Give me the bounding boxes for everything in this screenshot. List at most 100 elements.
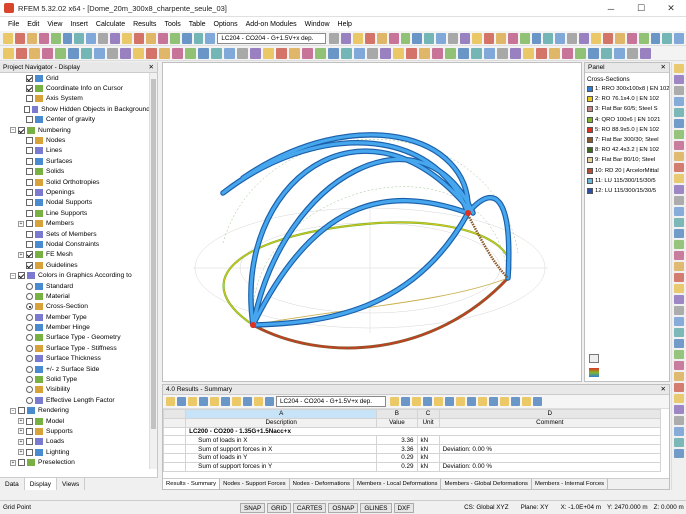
- main-tool-icon-43[interactable]: [626, 32, 637, 44]
- expand-icon[interactable]: [18, 138, 24, 144]
- nav-item-line-supports[interactable]: Line Supports: [0, 208, 150, 218]
- secondary-tool-icon-15[interactable]: [198, 47, 209, 59]
- expand-icon[interactable]: [18, 189, 24, 195]
- expand-icon[interactable]: +: [18, 428, 24, 435]
- main-tool-icon-2[interactable]: [26, 32, 37, 44]
- checkbox[interactable]: [26, 85, 33, 93]
- side-tool-icon-29[interactable]: [674, 383, 684, 392]
- nav-item-rendering[interactable]: − Rendering: [0, 406, 150, 416]
- menu-insert[interactable]: Insert: [66, 21, 92, 28]
- secondary-tool-icon-34[interactable]: [445, 47, 456, 59]
- legend-item[interactable]: 3: Flat Bar 60/5; Steel S: [585, 104, 669, 114]
- results-tab-2[interactable]: Nodes - Deformations: [290, 479, 354, 489]
- expand-icon[interactable]: +: [18, 438, 24, 445]
- nav-item-solids[interactable]: Solids: [0, 167, 150, 177]
- side-tool-icon-2[interactable]: [674, 86, 684, 95]
- table-row[interactable]: Sum of loads in Y 0.29 kN: [162, 452, 662, 463]
- checkbox[interactable]: [26, 95, 33, 103]
- main-tool-icon-44[interactable]: [638, 32, 649, 44]
- secondary-tool-icon-45[interactable]: [588, 47, 599, 59]
- legend-item[interactable]: 11: LU 115/300/15/30/5: [585, 176, 669, 186]
- secondary-tool-icon-8[interactable]: [107, 47, 118, 59]
- secondary-tool-icon-40[interactable]: [523, 47, 534, 59]
- main-tool-icon-41[interactable]: [602, 32, 613, 44]
- radio-button[interactable]: [26, 344, 33, 352]
- results-tool-icon-19[interactable]: [489, 397, 498, 406]
- secondary-tool-icon-0[interactable]: [3, 47, 14, 59]
- toggle-grid[interactable]: GRID: [267, 502, 291, 513]
- results-tool-icon-0[interactable]: [166, 397, 175, 406]
- secondary-tool-icon-23[interactable]: [302, 47, 313, 59]
- side-tool-icon-20[interactable]: [674, 284, 684, 293]
- results-tool-icon-18[interactable]: [478, 397, 487, 406]
- expand-icon[interactable]: [18, 86, 24, 92]
- nav-item-lines[interactable]: Lines: [0, 146, 150, 156]
- results-tool-icon-6[interactable]: [232, 397, 241, 406]
- side-tool-icon-5[interactable]: [674, 119, 684, 128]
- radio-button[interactable]: [26, 386, 33, 394]
- side-tool-icon-33[interactable]: [674, 427, 684, 436]
- results-tool-icon-2[interactable]: [188, 397, 197, 406]
- main-tool-icon-47[interactable]: [674, 32, 685, 44]
- expand-icon[interactable]: [18, 304, 24, 310]
- main-tool-icon-34[interactable]: [519, 32, 530, 44]
- nav-item-surface-type-geometry[interactable]: Surface Type - Geometry: [0, 333, 150, 343]
- secondary-tool-icon-49[interactable]: [640, 47, 651, 59]
- legend-item[interactable]: 4: QRO 100x6 | EN 1021: [585, 115, 669, 125]
- main-tool-icon-8[interactable]: [98, 32, 109, 44]
- expand-icon[interactable]: [18, 158, 24, 164]
- main-tool-icon-3[interactable]: [38, 32, 49, 44]
- main-tool-icon-13[interactable]: [157, 32, 168, 44]
- nav-item-coordinate-info-on-cursor[interactable]: Coordinate Info on Cursor: [0, 83, 150, 93]
- nav-item-nodes[interactable]: Nodes: [0, 135, 150, 145]
- secondary-tool-icon-44[interactable]: [575, 47, 586, 59]
- secondary-tool-icon-17[interactable]: [224, 47, 235, 59]
- results-tool-icon-8[interactable]: [254, 397, 263, 406]
- column-letter[interactable]: A: [185, 409, 378, 419]
- main-tool-icon-31[interactable]: [483, 32, 494, 44]
- expand-icon[interactable]: −: [10, 272, 16, 279]
- side-tool-icon-31[interactable]: [674, 405, 684, 414]
- radio-button[interactable]: [26, 324, 33, 332]
- checkbox[interactable]: [18, 459, 25, 467]
- results-tab-0[interactable]: Results - Summary: [163, 479, 221, 489]
- close-icon[interactable]: ✕: [149, 62, 154, 73]
- expand-icon[interactable]: [18, 293, 24, 299]
- column-letter[interactable]: D: [438, 409, 662, 419]
- results-loadcase-select[interactable]: LC204 - CO204 - G+1.5V+x dep.: [276, 396, 386, 407]
- main-tool-icon-38[interactable]: [567, 32, 578, 44]
- group-row[interactable]: LC200 - CO200 - 1.35G+1.5Nacc+x: [162, 426, 661, 437]
- results-tool-icon-22[interactable]: [522, 397, 531, 406]
- checkbox[interactable]: [24, 105, 31, 113]
- menu-file[interactable]: File: [4, 21, 23, 28]
- expand-icon[interactable]: [18, 200, 24, 206]
- results-tool-icon-7[interactable]: [243, 397, 252, 406]
- graphics-viewport[interactable]: [162, 62, 582, 382]
- nav-item-nodal-constraints[interactable]: Nodal Constraints: [0, 239, 150, 249]
- color-scale-icon[interactable]: [589, 368, 599, 377]
- column-letter[interactable]: B: [376, 409, 418, 419]
- side-tool-icon-7[interactable]: [674, 141, 684, 150]
- side-tool-icon-15[interactable]: [674, 229, 684, 238]
- main-tool-icon-10[interactable]: [122, 32, 132, 44]
- results-tool-icon-20[interactable]: [500, 397, 509, 406]
- expand-icon[interactable]: +: [18, 449, 24, 456]
- nav-item-cross-section[interactable]: Cross-Section: [0, 302, 150, 312]
- table-row[interactable]: Sum of loads in X 3.36 kN: [162, 435, 662, 446]
- nav-item-preselection[interactable]: + Preselection: [0, 457, 150, 467]
- secondary-tool-icon-19[interactable]: [250, 47, 261, 59]
- secondary-tool-icon-27[interactable]: [354, 47, 365, 59]
- side-tool-icon-13[interactable]: [674, 207, 684, 216]
- maximize-button[interactable]: ☐: [626, 0, 656, 17]
- table-row[interactable]: Sum of support forces in X 3.36 kN Deviatio…: [162, 444, 662, 454]
- main-tool-icon-24[interactable]: [400, 32, 411, 44]
- secondary-tool-icon-6[interactable]: [81, 47, 92, 59]
- checkbox[interactable]: [26, 74, 33, 82]
- menu-tools[interactable]: Tools: [160, 21, 184, 28]
- secondary-tool-icon-2[interactable]: [29, 47, 40, 59]
- nav-item--z-surface-side[interactable]: +/- z Surface Side: [0, 364, 150, 374]
- nav-item-solid-orthotropies[interactable]: Solid Orthotropies: [0, 177, 150, 187]
- secondary-tool-icon-37[interactable]: [484, 47, 495, 59]
- expand-icon[interactable]: [18, 387, 24, 393]
- main-tool-icon-0[interactable]: [3, 32, 13, 44]
